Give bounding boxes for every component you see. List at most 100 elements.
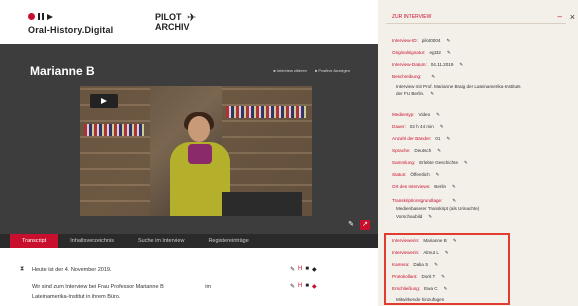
sidebar-top-strip	[386, 0, 566, 6]
field-value: Vorschaubild	[396, 214, 423, 219]
field-value: Deutsch	[414, 148, 432, 153]
positive-display-link[interactable]: Positive Anzeigen	[315, 68, 350, 73]
transcript-line: Heute ist der 4. November 2019.	[32, 267, 112, 273]
field-value: der FU Berlin.	[396, 91, 425, 96]
edit-icon[interactable]: ✎	[346, 220, 356, 230]
edit-pen-icon[interactable]: ✎	[436, 172, 440, 177]
metadata-field: der FU Berlin. ✎	[392, 91, 434, 97]
tab-search[interactable]: Suche im Interview	[126, 234, 196, 248]
video-player[interactable]	[80, 86, 312, 216]
edit-pen-icon[interactable]: ✎	[446, 38, 450, 43]
field-label: Beschreibung:	[392, 74, 422, 79]
field-value: pilot0004	[421, 38, 441, 43]
edit-pen-icon[interactable]: ✎	[428, 214, 432, 219]
tag-icon[interactable]: ◆	[312, 266, 317, 273]
metadata-field: Beschreibung: ✎	[392, 74, 435, 80]
section-header[interactable]: ZUR INTERVIEW –	[386, 12, 566, 24]
top-header: Oral-History.Digital PILOT ARCHIV ✈	[0, 0, 378, 44]
video-play-button[interactable]	[90, 94, 118, 108]
transcript-line: Wir sind zum Interview bei Frau Professo…	[32, 284, 211, 290]
desk	[222, 192, 302, 216]
field-label: Medientyp:	[392, 112, 415, 117]
heading-icon[interactable]: H	[298, 283, 302, 290]
field-value: Berlin	[434, 184, 447, 189]
tab-transcript[interactable]: Transcript	[10, 234, 59, 248]
field-label: Status:	[392, 172, 407, 177]
edit-pen-icon[interactable]: ✎	[446, 136, 450, 141]
metadata-field: Transkriptionsgrundlage: ✎	[392, 198, 456, 204]
segment-tools: ✎ H ■ ◆	[290, 283, 317, 290]
tab-register[interactable]: Registereinträge	[196, 234, 260, 248]
metadata-field: Dauer: 02 h 44 min ✎	[392, 124, 444, 130]
transcript-panel: ⧗ Heute ist der 4. November 2019. ✎ H ■ ◆ W…	[0, 248, 378, 306]
field-label: Transkriptionsgrundlage:	[392, 198, 443, 203]
comment-icon[interactable]: ■	[305, 266, 309, 273]
field-value: egt32	[429, 50, 441, 55]
interview-tabs: Transcript Inhaltsverzeichnis Suche im I…	[0, 234, 378, 248]
collapse-icon[interactable]: –	[558, 12, 562, 21]
field-value: 02 h 44 min	[409, 124, 434, 129]
heading-icon[interactable]: H	[298, 266, 302, 273]
person-head	[188, 116, 210, 142]
pause-icon	[38, 13, 44, 20]
edit-pen-icon[interactable]: ✎	[437, 148, 441, 153]
transcript-text: Wir sind zum Interview bei Frau Professo…	[32, 284, 164, 290]
metadata-field: Originalsignatur: egt32 ✎	[392, 50, 451, 56]
person-scarf	[188, 144, 212, 164]
edit-pen-icon[interactable]: ✎	[440, 124, 444, 129]
field-label: Anzahl der Bänder:	[392, 136, 432, 141]
pilot-archiv-label: PILOT ARCHIV	[155, 12, 190, 32]
metadata-field: Medienbaserer Transkript (als Urinachte)	[392, 206, 479, 212]
timecode-icon[interactable]: ⧗	[20, 266, 24, 273]
edit-pen-icon[interactable]: ✎	[431, 74, 435, 79]
edit-pen-icon[interactable]: ✎	[447, 50, 451, 55]
field-value: Interview mit Prof. Marianne Braig der L…	[396, 84, 521, 89]
metadata-field: Ort des Interviews: Berlin ✎	[392, 184, 456, 190]
metadata-field: Sammlung: Erlebte Geschichte ✎	[392, 160, 468, 166]
close-icon[interactable]: ×	[570, 12, 575, 22]
interview-title: Marianne B	[30, 64, 95, 78]
field-label: Interview-Datum:	[392, 62, 427, 67]
external-link-icon[interactable]: ↗	[360, 220, 370, 230]
edit-pen-icon[interactable]: ✎	[452, 184, 456, 189]
metadata-field: Medientyp: Video ✎	[392, 112, 440, 118]
books	[226, 106, 306, 118]
pilot-line2: ARCHIV	[155, 22, 190, 32]
field-label: Dauer:	[392, 124, 406, 129]
edit-pen-icon[interactable]: ✎	[459, 62, 463, 67]
play-icon	[46, 13, 53, 20]
field-label: Ort des Interviews:	[392, 184, 431, 189]
pen-icon[interactable]: ✎	[290, 283, 295, 290]
field-value: Erlebte Geschichte	[419, 160, 459, 165]
transcript-text: im	[205, 284, 212, 290]
field-value: 04.11.2019	[430, 62, 454, 67]
field-label: Sammlung:	[392, 160, 416, 165]
books	[84, 124, 144, 136]
edit-pen-icon[interactable]: ✎	[436, 112, 440, 117]
metadata-field: Interview-ID: pilot0004 ✎	[392, 38, 450, 44]
segment-tools: ✎ H ■ ◆	[290, 266, 317, 273]
brand-logo[interactable]	[28, 13, 53, 20]
brand-name[interactable]: Oral-History.Digital	[28, 25, 113, 35]
field-value: Video	[418, 112, 431, 117]
edit-pen-icon[interactable]: ✎	[464, 160, 468, 165]
field-label: Originalsignatur:	[392, 50, 426, 55]
highlight-box	[384, 233, 510, 305]
edit-pen-icon[interactable]: ✎	[452, 198, 456, 203]
comment-icon[interactable]: ■	[305, 283, 309, 290]
metadata-field: Anzahl der Bänder: 01 ✎	[392, 136, 450, 142]
section-title: ZUR INTERVIEW	[392, 14, 432, 20]
interview-stage: Marianne B Interview zitieren Positive A…	[0, 44, 378, 234]
logo-dot-icon	[28, 13, 35, 20]
field-value: Öffentlich	[410, 172, 430, 177]
metadata-field: Vorschaubild ✎	[392, 214, 432, 220]
cite-link[interactable]: Interview zitieren	[273, 68, 307, 73]
edit-pen-icon[interactable]: ✎	[430, 91, 434, 96]
stage-controls: ✎ ↗	[346, 220, 370, 230]
transcript-line: Lateinamerika-Institut in ihrem Büro.	[32, 294, 121, 300]
metadata-field: Interview-Datum: 04.11.2019 ✎	[392, 62, 463, 68]
pen-icon[interactable]: ✎	[290, 266, 295, 273]
metadata-field: Interview mit Prof. Marianne Braig der L…	[392, 84, 521, 90]
tag-icon[interactable]: ◆	[312, 283, 317, 290]
tab-contents[interactable]: Inhaltsverzeichnis	[58, 234, 126, 248]
